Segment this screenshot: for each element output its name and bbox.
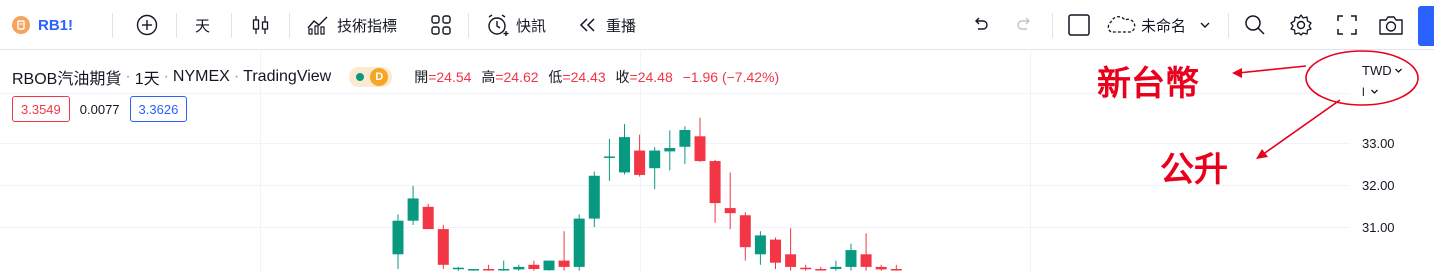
- arrowhead-icon: [1232, 68, 1242, 78]
- currency-annotation: 新台幣: [1097, 64, 1199, 104]
- annotation-arrow: [1237, 65, 1307, 74]
- annotation-overlay: [1232, 50, 1419, 159]
- arrowhead-icon: [1256, 149, 1268, 159]
- annotation-arrow: [1261, 99, 1341, 156]
- unit-annotation: 公升: [1160, 150, 1228, 190]
- highlight-ellipse: [1305, 50, 1419, 106]
